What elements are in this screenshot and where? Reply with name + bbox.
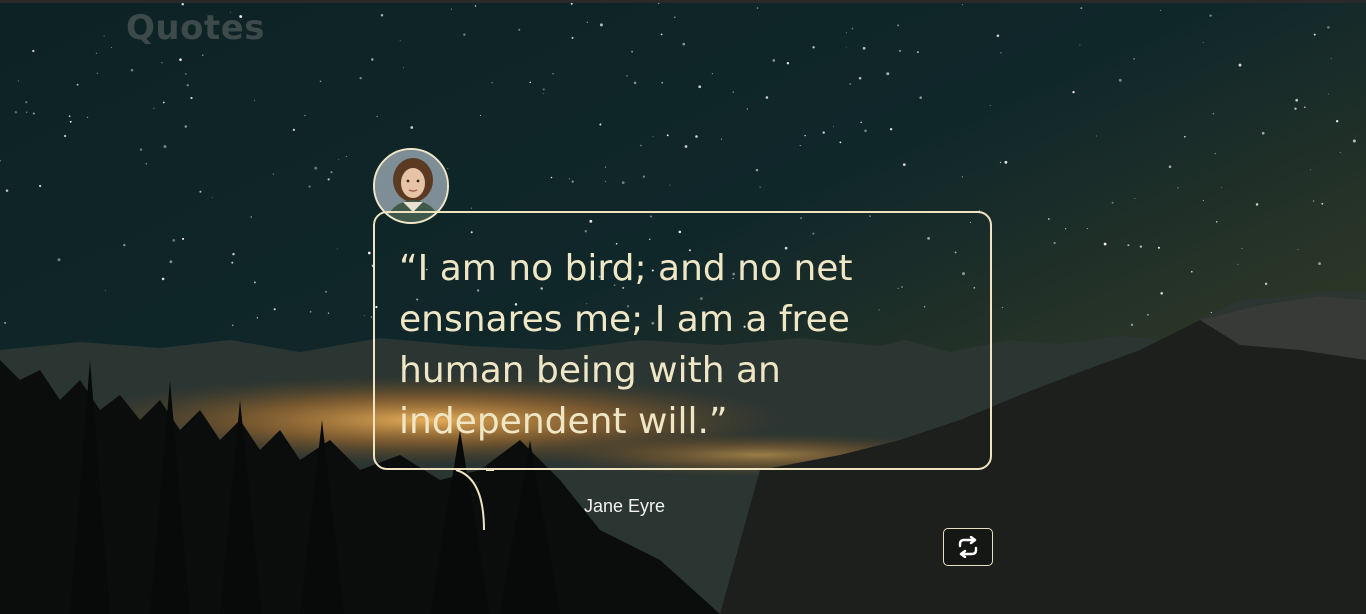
refresh-icon (958, 536, 978, 558)
site-title: Quotes (126, 8, 266, 48)
window-top-border (0, 0, 1366, 3)
quote-text: “I am no bird; and no net ensnares me; I… (399, 248, 853, 442)
quote-author: Jane Eyre (584, 496, 666, 516)
new-quote-button[interactable] (943, 528, 993, 566)
